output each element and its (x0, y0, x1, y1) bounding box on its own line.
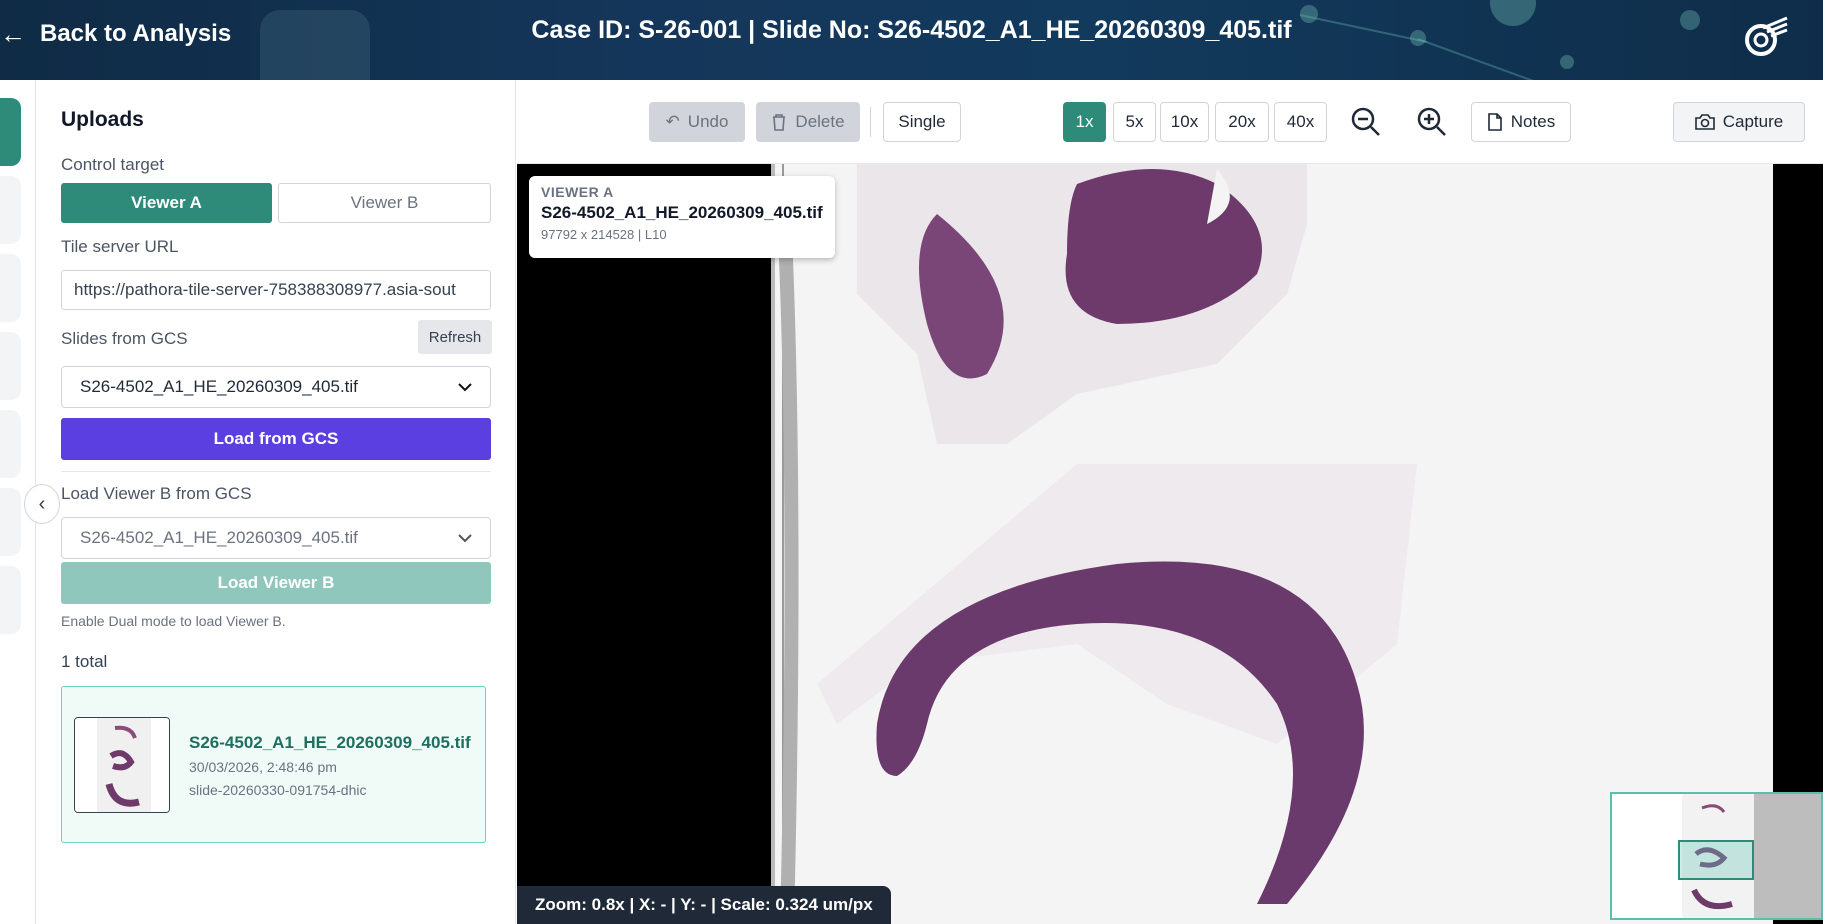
viewer-status-bar: Zoom: 0.8x | X: - | Y: - | Scale: 0.324 … (517, 886, 891, 924)
chevron-down-icon (458, 534, 472, 543)
rail-item[interactable] (0, 332, 21, 400)
rail-item[interactable] (0, 410, 21, 478)
uploads-panel: Uploads Control target Viewer A Viewer B… (36, 80, 516, 924)
rail-item[interactable] (0, 488, 21, 556)
upload-date: 30/03/2026, 2:48:46 pm (189, 759, 337, 775)
collapse-panel-button[interactable]: ‹ (24, 484, 60, 524)
slides-label: Slides from GCS (61, 329, 188, 348)
slide-thumbnail (74, 717, 170, 813)
viewer-b-select-value: S26-4502_A1_HE_20260309_405.tif (80, 528, 358, 547)
trash-icon (773, 114, 786, 131)
viewer-label-file: S26-4502_A1_HE_20260309_405.tif (541, 203, 823, 222)
notes-label: Notes (1510, 112, 1556, 131)
app-header: ← Back to Analysis Case ID: S-26-001 | S… (0, 0, 1823, 80)
viewer-a-button[interactable]: Viewer A (61, 183, 272, 223)
rail-item[interactable] (0, 566, 21, 634)
upload-count: 1 total (61, 652, 108, 671)
divider (61, 471, 491, 472)
capture-label: Capture (1722, 112, 1784, 131)
dual-mode-hint: Enable Dual mode to load Viewer B. (61, 613, 286, 629)
load-viewer-b-button[interactable]: Load Viewer B (61, 562, 491, 604)
viewer-toolbar: ↶ Undo Delete Single 1x 5x 10x 20x 40x N… (517, 80, 1823, 164)
viewer-b-gcs-label: Load Viewer B from GCS (61, 484, 252, 503)
camera-icon (1694, 114, 1715, 130)
zoom-5x-button[interactable]: 5x (1113, 102, 1156, 142)
viewer-label-meta: 97792 x 214528 | L10 (541, 227, 667, 242)
zoom-in-icon (1417, 107, 1446, 136)
minimap-shade (1754, 794, 1821, 918)
rail-item-uploads[interactable] (0, 98, 21, 166)
undo-icon: ↶ (665, 112, 680, 131)
zoom-out-icon (1351, 107, 1380, 136)
slide-viewer[interactable]: VIEWER A S26-4502_A1_HE_20260309_405.tif… (517, 164, 1823, 924)
capture-button[interactable]: Capture (1673, 102, 1805, 142)
viewer-b-button[interactable]: Viewer B (278, 183, 491, 223)
tile-server-label: Tile server URL (61, 237, 179, 256)
zoom-in-button[interactable] (1412, 102, 1452, 142)
slide-select[interactable]: S26-4502_A1_HE_20260309_405.tif (61, 366, 491, 408)
delete-button[interactable]: Delete (756, 102, 860, 142)
rail-item[interactable] (0, 176, 21, 244)
minimap[interactable] (1610, 792, 1823, 920)
upload-id: slide-20260330-091754-dhic (189, 782, 367, 798)
delete-label: Delete (795, 112, 845, 131)
tile-server-input[interactable]: https://pathora-tile-server-758388308977… (61, 270, 491, 310)
slide-thumbnail-image (75, 718, 169, 812)
app-logo-icon (1745, 16, 1788, 56)
divider (870, 107, 871, 137)
control-target-toggle: Viewer A Viewer B (61, 183, 491, 223)
zoom-20x-button[interactable]: 20x (1215, 102, 1269, 142)
load-from-gcs-button[interactable]: Load from GCS (61, 418, 491, 460)
chevron-left-icon: ‹ (38, 492, 46, 515)
page-title: Case ID: S-26-001 | Slide No: S26-4502_A… (531, 16, 1292, 44)
zoom-40x-button[interactable]: 40x (1274, 102, 1327, 142)
upload-card[interactable]: S26-4502_A1_HE_20260309_405.tif 30/03/20… (61, 686, 486, 843)
zoom-10x-button[interactable]: 10x (1160, 102, 1209, 142)
upload-name: S26-4502_A1_HE_20260309_405.tif (189, 733, 471, 752)
control-target-label: Control target (61, 155, 164, 174)
viewer-b-slide-select[interactable]: S26-4502_A1_HE_20260309_405.tif (61, 517, 491, 559)
viewer-a-label: VIEWER A S26-4502_A1_HE_20260309_405.tif… (529, 176, 835, 258)
notes-button[interactable]: Notes (1471, 102, 1571, 142)
minimap-viewport[interactable] (1678, 840, 1754, 880)
viewer-label-title: VIEWER A (541, 184, 614, 200)
undo-button[interactable]: ↶ Undo (649, 102, 745, 142)
single-mode-button[interactable]: Single (883, 102, 961, 142)
zoom-out-button[interactable] (1346, 102, 1386, 142)
slide-select-value: S26-4502_A1_HE_20260309_405.tif (80, 377, 358, 396)
rail-item[interactable] (0, 254, 21, 322)
note-icon (1487, 113, 1502, 131)
undo-label: Undo (687, 112, 729, 131)
panel-title: Uploads (61, 108, 144, 131)
refresh-button[interactable]: Refresh (418, 320, 492, 354)
zoom-1x-button[interactable]: 1x (1063, 102, 1106, 142)
chevron-down-icon (458, 383, 472, 392)
header-decoration (1560, 55, 1574, 69)
